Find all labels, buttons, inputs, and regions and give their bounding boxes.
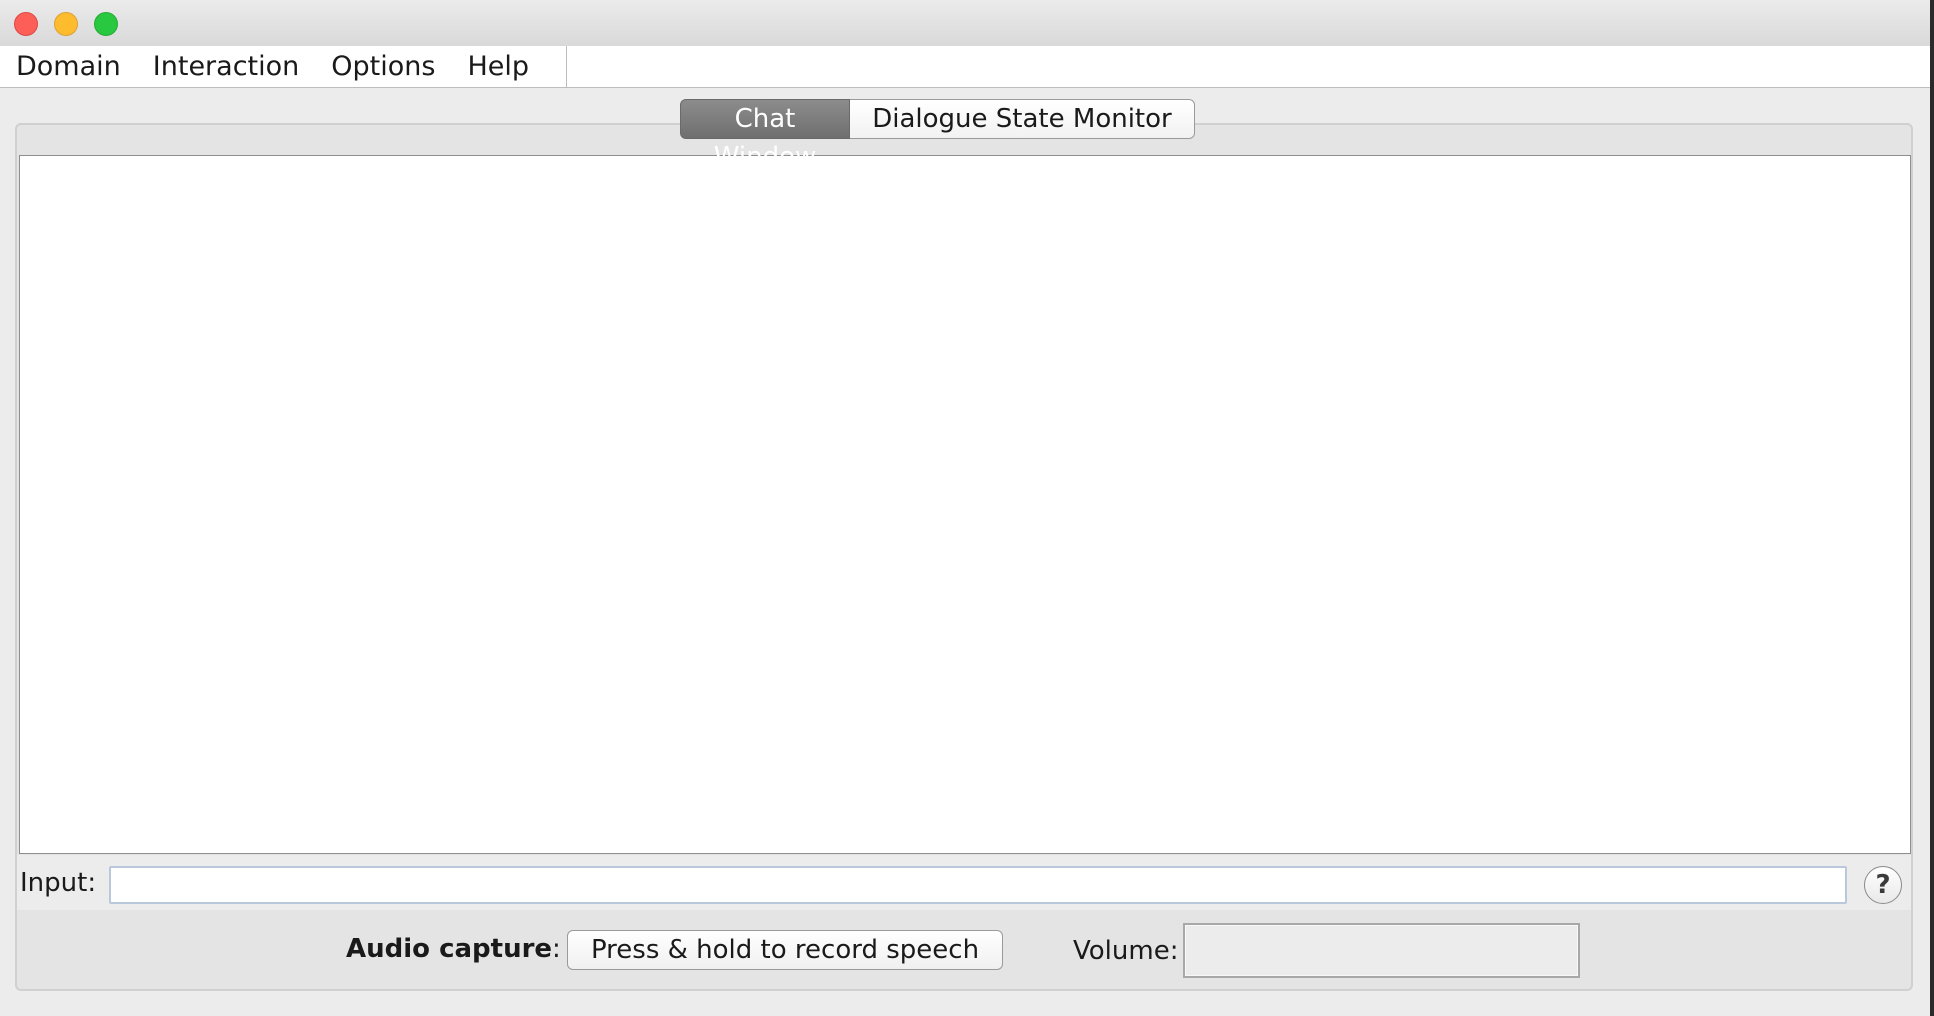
tab-strip: Chat Window Dialogue State Monitor — [680, 99, 1195, 172]
volume-meter — [1183, 923, 1580, 978]
audio-capture-label: Audio capture: — [346, 934, 561, 964]
menu-options[interactable]: Options — [315, 46, 451, 87]
menu-domain[interactable]: Domain — [0, 46, 137, 87]
audio-capture-colon: : — [552, 934, 561, 964]
tab-chat-window[interactable]: Chat Window — [680, 99, 850, 172]
title-bar[interactable] — [0, 0, 1930, 47]
chat-input-field[interactable] — [109, 866, 1847, 904]
app-window: Domain Interaction Options Help Chat Win… — [0, 0, 1930, 1016]
tab-dialogue-state-monitor[interactable]: Dialogue State Monitor — [850, 99, 1195, 139]
input-label: Input: — [20, 868, 97, 898]
menu-help[interactable]: Help — [451, 46, 545, 87]
help-button[interactable]: ? — [1864, 866, 1902, 904]
maximize-window-icon[interactable] — [94, 12, 118, 36]
volume-label: Volume: — [1073, 936, 1179, 966]
menu-bar-filler — [567, 46, 1930, 88]
menu-interaction[interactable]: Interaction — [137, 46, 315, 87]
close-window-icon[interactable] — [14, 12, 38, 36]
menu-bar: Domain Interaction Options Help — [0, 46, 567, 88]
chat-history-area[interactable] — [19, 155, 1911, 854]
window-edge — [1930, 0, 1934, 1016]
record-speech-button[interactable]: Press & hold to record speech — [567, 930, 1003, 970]
minimize-window-icon[interactable] — [54, 12, 78, 36]
audio-capture-label-text: Audio capture — [346, 934, 553, 964]
